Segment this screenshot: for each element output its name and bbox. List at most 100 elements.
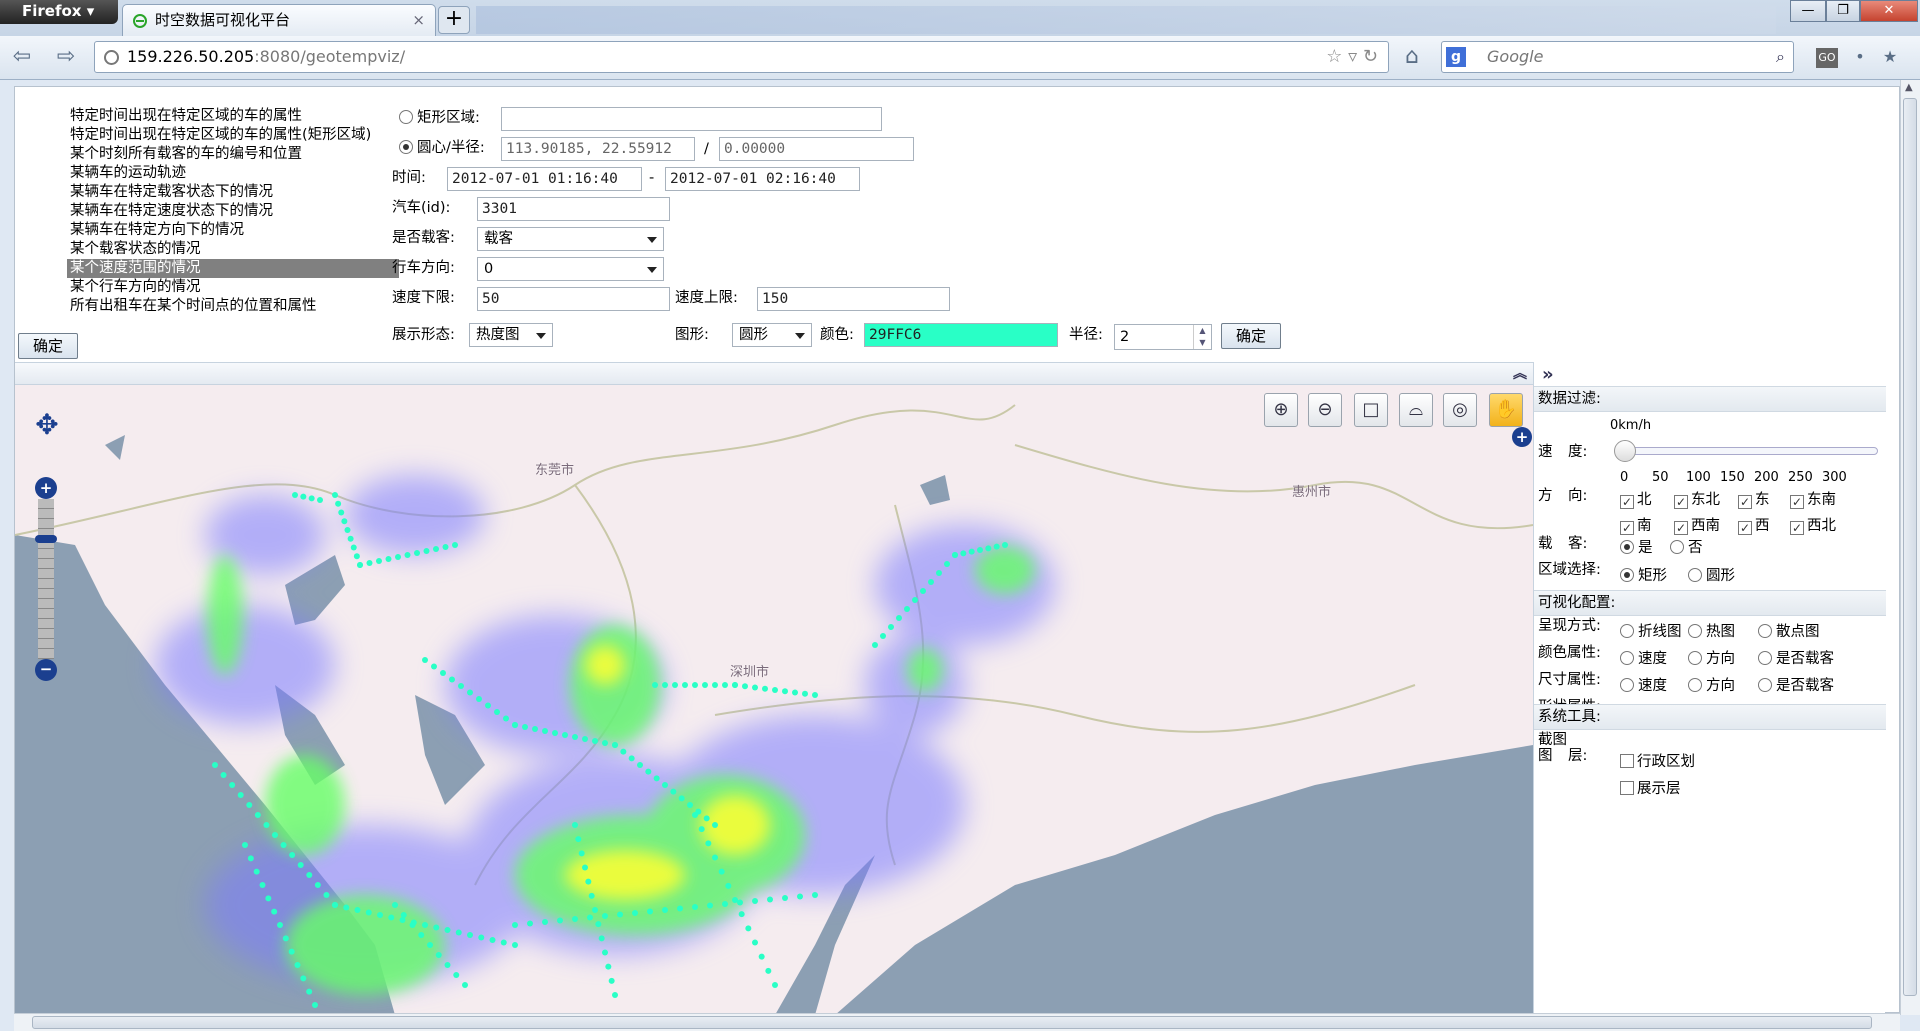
direction-checkbox[interactable]: ✓ xyxy=(1738,495,1752,509)
viz-option[interactable]: 散点图 xyxy=(1758,622,1820,642)
reload-icon[interactable]: ↻ xyxy=(1363,46,1378,67)
region-circle-radio[interactable] xyxy=(1688,568,1702,582)
horizontal-scrollbar[interactable] xyxy=(14,1013,1900,1031)
zoom-in-button[interactable]: + xyxy=(35,477,57,499)
stepper-down-icon[interactable]: ▼ xyxy=(1193,337,1211,349)
query-item[interactable]: 某辆车在特定方向下的情况 xyxy=(67,221,399,240)
zoom-out-icon[interactable]: ⊖ xyxy=(1308,393,1342,427)
speed-slider-track[interactable] xyxy=(1622,447,1878,455)
close-window-button[interactable]: ✕ xyxy=(1860,0,1918,22)
stepper-up-icon[interactable]: ▲ xyxy=(1193,325,1211,337)
color-input[interactable]: 29FFC6 xyxy=(864,323,1058,347)
addon-icon[interactable]: • xyxy=(1846,44,1874,72)
direction-checkbox[interactable]: ✓ xyxy=(1620,521,1634,535)
browser-tab[interactable]: 时空数据可视化平台 × xyxy=(122,4,436,36)
pan-hand-icon[interactable]: ✋ xyxy=(1489,393,1523,427)
firefox-menu-button[interactable]: Firefox ▾ xyxy=(0,0,118,24)
layer-checkbox[interactable] xyxy=(1620,781,1634,795)
pan-arrows-icon[interactable]: ✥ xyxy=(25,395,69,455)
direction-option[interactable]: ✓ 西南 xyxy=(1674,516,1720,536)
region-rect-option[interactable]: 矩形 xyxy=(1620,566,1667,586)
query-item[interactable]: 某个行车方向的情况 xyxy=(67,278,399,297)
speed-slider-handle[interactable] xyxy=(1614,440,1636,462)
scroll-thumb-horizontal[interactable] xyxy=(32,1016,1872,1029)
direction-checkbox[interactable]: ✓ xyxy=(1674,495,1688,509)
rect-radio[interactable] xyxy=(399,110,413,124)
display-select[interactable]: 热度图 xyxy=(469,323,553,347)
map-canvas[interactable]: 东莞市 惠州市 深圳市 ⊕ ⊖ □ ⌓ ◎ ✋ + ✥ + − xyxy=(15,385,1533,1015)
expand-panel-icon[interactable]: » xyxy=(1542,364,1554,385)
viz-option[interactable]: 速度 xyxy=(1620,676,1667,696)
viz-radio[interactable] xyxy=(1620,624,1634,638)
box-select-icon[interactable]: □ xyxy=(1354,393,1388,427)
zoom-slider-handle[interactable] xyxy=(35,535,57,543)
viz-option[interactable]: 方向 xyxy=(1688,676,1735,696)
viz-option[interactable]: 热图 xyxy=(1688,622,1735,642)
time-start-input[interactable]: 2012-07-01 01:16:40 xyxy=(447,167,642,191)
load-no-option[interactable]: 否 xyxy=(1670,538,1703,558)
viz-option[interactable]: 是否载客 xyxy=(1758,649,1834,669)
viz-radio[interactable] xyxy=(1688,651,1702,665)
direction-option[interactable]: ✓ 北 xyxy=(1620,490,1652,510)
direction-checkbox[interactable]: ✓ xyxy=(1674,521,1688,535)
viz-radio[interactable] xyxy=(1620,651,1634,665)
viz-option[interactable]: 速度 xyxy=(1620,649,1667,669)
viz-radio[interactable] xyxy=(1688,678,1702,692)
circle-region-option[interactable]: 圆心/半径: xyxy=(399,138,485,158)
query-ok-button[interactable]: 确定 xyxy=(18,333,78,359)
form-ok-button[interactable]: 确定 xyxy=(1221,323,1281,349)
scroll-up-icon[interactable]: ▲ xyxy=(1905,82,1913,93)
direction-select[interactable]: 0 xyxy=(477,257,664,281)
query-item[interactable]: 所有出租车在某个时间点的位置和属性 xyxy=(67,297,399,316)
load-no-radio[interactable] xyxy=(1670,540,1684,554)
shape-select[interactable]: 圆形 xyxy=(732,323,812,347)
dropdown-icon[interactable]: ▿ xyxy=(1348,46,1357,67)
region-rect-radio[interactable] xyxy=(1620,568,1634,582)
center-input[interactable]: 113.90185, 22.55912 xyxy=(501,137,695,161)
direction-checkbox[interactable]: ✓ xyxy=(1790,495,1804,509)
car-id-input[interactable]: 3301 xyxy=(477,197,670,221)
double-chevron-up-icon[interactable]: ︽ xyxy=(1513,363,1527,383)
zoom-in-icon[interactable]: ⊕ xyxy=(1264,393,1298,427)
direction-checkbox[interactable]: ✓ xyxy=(1738,521,1752,535)
radius-stepper[interactable]: 2 ▲ ▼ xyxy=(1114,324,1212,350)
search-bar[interactable]: g Google ⌕ xyxy=(1441,41,1794,73)
loaded-select[interactable]: 载客 xyxy=(477,227,664,251)
bookmark-star-icon[interactable]: ☆ xyxy=(1326,46,1342,67)
viz-radio[interactable] xyxy=(1758,678,1772,692)
polygon-select-icon[interactable]: ⌓ xyxy=(1399,393,1433,427)
direction-option[interactable]: ✓ 南 xyxy=(1620,516,1652,536)
speed-max-input[interactable]: 150 xyxy=(757,287,950,311)
direction-option[interactable]: ✓ 西 xyxy=(1738,516,1770,536)
new-tab-button[interactable]: + xyxy=(438,6,470,34)
viz-radio[interactable] xyxy=(1620,678,1634,692)
direction-option[interactable]: ✓ 西北 xyxy=(1790,516,1836,536)
query-item[interactable]: 特定时间出现在特定区域的车的属性 xyxy=(67,107,399,126)
speed-min-input[interactable]: 50 xyxy=(477,287,670,311)
rect-region-input[interactable] xyxy=(501,107,882,131)
viz-radio[interactable] xyxy=(1688,624,1702,638)
bookmarks-menu-icon[interactable]: ★ xyxy=(1876,44,1904,72)
zoom-slider[interactable] xyxy=(38,499,54,659)
direction-option[interactable]: ✓ 东 xyxy=(1738,490,1770,510)
query-item[interactable]: 某辆车在特定速度状态下的情况 xyxy=(67,202,399,221)
viz-option[interactable]: 折线图 xyxy=(1620,622,1682,642)
direction-option[interactable]: ✓ 东北 xyxy=(1674,490,1720,510)
query-item[interactable]: 特定时间出现在特定区域的车的属性(矩形区域) xyxy=(67,126,399,145)
direction-option[interactable]: ✓ 东南 xyxy=(1790,490,1836,510)
home-icon[interactable]: ⌂ xyxy=(1398,44,1426,72)
forward-button[interactable]: ⇨ xyxy=(52,44,80,72)
viz-radio[interactable] xyxy=(1758,624,1772,638)
query-item[interactable]: 某辆车的运动轨迹 xyxy=(67,164,399,183)
viz-radio[interactable] xyxy=(1758,651,1772,665)
viz-option[interactable]: 方向 xyxy=(1688,649,1735,669)
close-tab-icon[interactable]: × xyxy=(412,5,425,35)
layer-checkbox[interactable] xyxy=(1620,754,1634,768)
query-item[interactable]: 某个时刻所有载客的车的编号和位置 xyxy=(67,145,399,164)
layer-option[interactable]: 行政区划 xyxy=(1620,752,1695,772)
query-item[interactable]: 某辆车在特定载客状态下的情况 xyxy=(67,183,399,202)
load-yes-option[interactable]: 是 xyxy=(1620,538,1653,558)
direction-checkbox[interactable]: ✓ xyxy=(1790,521,1804,535)
go-icon[interactable]: GO xyxy=(1816,48,1838,68)
scroll-thumb[interactable] xyxy=(1903,98,1917,996)
